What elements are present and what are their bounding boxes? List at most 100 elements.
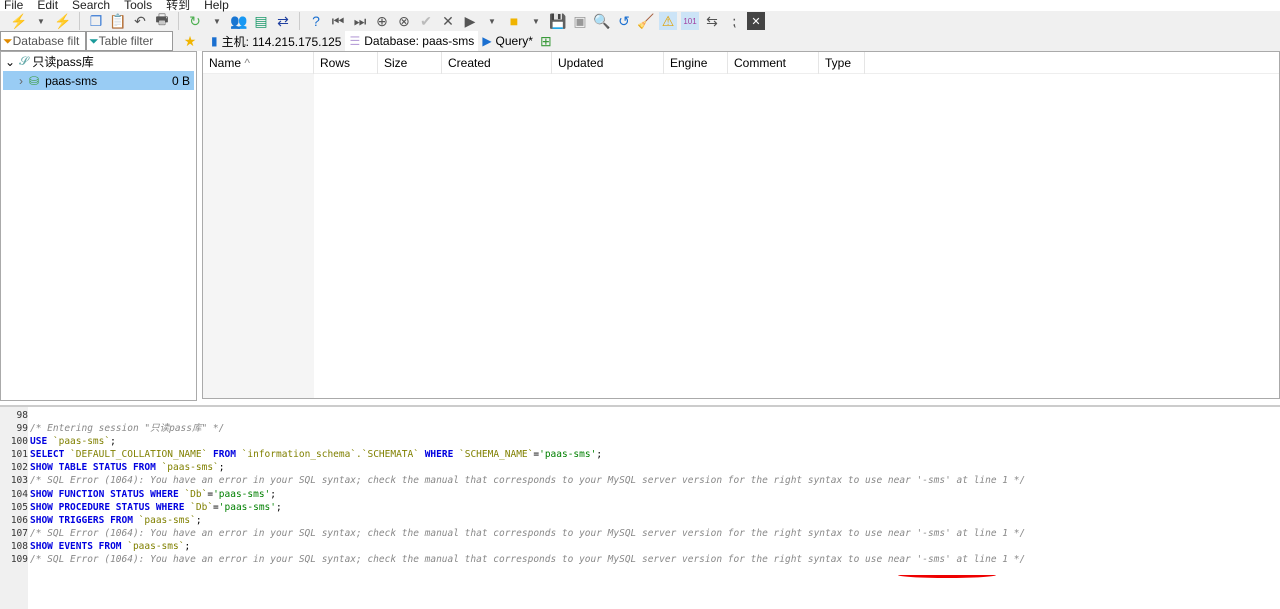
tab-database[interactable]: ☰ Database: paas-sms [345,31,479,51]
col-updated[interactable]: Updated [552,51,664,74]
dropdown-icon[interactable]: ▼ [208,12,226,30]
play-icon: ▶ [482,34,492,48]
connect-icon[interactable]: ⚡ [10,12,28,30]
help-icon[interactable]: ? [307,12,325,30]
log-token: `information_schema`.`SCHEMATA` [241,449,419,461]
more-icon[interactable]: ⁏ [725,12,743,30]
col-created[interactable]: Created [442,51,552,74]
log-token: `paas-sms` [127,540,185,552]
col-engine[interactable]: Engine [664,51,728,74]
favorite-star-icon[interactable]: ★ [181,32,199,50]
new-query-tab-icon[interactable]: ⊞ [537,32,555,50]
first-icon[interactable]: ⏮ [329,12,347,30]
tab-query[interactable]: ▶ Query* [478,31,537,51]
wrap-icon[interactable]: ⇆ [703,12,721,30]
log-token: /* Entering session "只读pass库" */ [30,423,225,435]
menu-help[interactable]: Help [204,0,229,11]
clear-icon[interactable]: 🧹 [637,12,655,30]
table-header: Name ^ Rows Size Created Updated Engine … [203,51,1279,74]
chevron-down-icon[interactable]: ⌄ [5,55,15,69]
undo-icon[interactable]: ↶ [131,12,149,30]
log-line: 109/* SQL Error (1064): You have an erro… [0,553,1280,566]
open-folder-icon[interactable]: ■ [505,12,523,30]
table-filter[interactable]: ⏷ Table filter [86,31,173,51]
disconnect-icon[interactable]: ⚡ [54,12,72,30]
log-line: 102 SHOW TABLE STATUS FROM `paas-sms`; [0,461,1280,474]
log-line: 106 SHOW TRIGGERS FROM `paas-sms`; [0,514,1280,527]
line-number: 107 [10,527,28,539]
line-number: 103 [10,475,28,487]
line-number: 105 [10,501,28,513]
log-token: `Db` [190,501,214,513]
log-line: 100 USE `paas-sms`; [0,435,1280,448]
log-token: `paas-sms` [52,436,111,448]
save-icon[interactable]: 💾 [549,12,567,30]
warning-icon[interactable]: ⚠ [659,12,677,30]
log-line: 108 SHOW EVENTS FROM `paas-sms`; [0,540,1280,553]
dropdown-icon[interactable]: ▼ [527,12,545,30]
line-number: 109 [10,554,28,566]
server-icon: ▮ [211,34,218,48]
sync-icon[interactable]: ⇄ [274,12,292,30]
find-icon[interactable]: 🔍 [593,12,611,30]
log-token: SHOW PROCEDURE STATUS WHERE [30,501,191,513]
run-icon[interactable]: ▶ [461,12,479,30]
log-line: 103/* SQL Error (1064): You have an erro… [0,474,1280,487]
tab-host[interactable]: ▮ 主机: 114.215.175.125 [207,31,345,51]
sort-asc-icon: ^ [244,55,250,70]
log-token: FROM [207,449,242,461]
col-comment[interactable]: Comment [728,51,819,74]
log-token: 'paas-sms' [539,449,597,461]
menu-tools[interactable]: Tools [124,0,152,11]
log-token: ; [596,449,603,461]
log-token: USE [30,436,53,448]
log-token: /* SQL Error (1064): You have an error i… [30,475,1026,487]
remove-icon[interactable]: ⊗ [395,12,413,30]
col-rows[interactable]: Rows [314,51,378,74]
log-token: SHOW TABLE STATUS FROM [30,462,162,474]
database-tree: ⌄ 𝓢 只读pass库 › ⛁ paas-sms 0 B [0,51,197,401]
line-number: 104 [10,488,28,500]
col-name[interactable]: Name ^ [203,51,314,74]
tree-session[interactable]: ⌄ 𝓢 只读pass库 [1,52,196,71]
line-number: 101 [10,449,28,461]
binary-icon[interactable]: 101 [681,12,699,30]
menu-bar: File Edit Search Tools 转到 Help [0,0,229,11]
refresh-icon[interactable]: ↻ [186,12,204,30]
log-line: 101 SELECT `DEFAULT_COLLATION_NAME` FROM … [0,448,1280,461]
database-filter[interactable]: ⏷ Database filt [0,31,86,51]
log-token: `paas-sms` [161,462,219,474]
user-manager-icon[interactable]: 👥 [230,12,248,30]
chevron-right-icon[interactable]: › [19,74,23,88]
last-icon[interactable]: ⏭ [351,12,369,30]
print-icon[interactable]: 🖶 [153,11,171,30]
cancel-icon[interactable]: ✕ [439,12,457,30]
menu-goto[interactable]: 转到 [166,0,190,11]
menu-file[interactable]: File [4,0,23,11]
apply-icon[interactable]: ✔ [417,12,435,30]
save-as-icon[interactable]: ▣ [571,12,589,30]
sql-log[interactable]: 98 99/* Entering session "只读pass库" */100 U… [0,405,1280,609]
copy-icon[interactable]: ❐ [87,12,105,30]
replace-icon[interactable]: ↺ [615,12,633,30]
log-token: `Db` [184,488,208,500]
line-number: 108 [10,540,28,552]
paste-icon[interactable]: 📋 [109,12,127,30]
menu-edit[interactable]: Edit [37,0,58,11]
red-underline-annotation [898,572,996,578]
line-number: 100 [10,436,28,448]
add-icon[interactable]: ⊕ [373,12,391,30]
dropdown-icon[interactable]: ▼ [483,12,501,30]
menu-search[interactable]: Search [72,0,110,11]
col-size[interactable]: Size [378,51,442,74]
tab-bar: ⏷ Database filt ⏷ Table filter ★ ▮ 主机: 114.… [0,31,1280,51]
dropdown-icon[interactable]: ▼ [32,12,50,30]
toolbar: ⚡ ▼ ⚡ ❐ 📋 ↶ 🖶 ↻ ▼ 👥 ▤ ⇄ ? ⏮ ⏭ ⊕ ⊗ ✔ ✕ ▶ ▼ ■… [0,11,1280,31]
log-token: ; [275,501,282,513]
log-line: 104 SHOW FUNCTION STATUS WHERE `Db`='paas… [0,488,1280,501]
log-line: 98 [0,409,1280,422]
close-icon[interactable]: ✕ [747,12,765,30]
export-icon[interactable]: ▤ [252,12,270,30]
col-type[interactable]: Type [819,51,865,74]
tree-db-paas-sms[interactable]: › ⛁ paas-sms 0 B [3,71,194,90]
